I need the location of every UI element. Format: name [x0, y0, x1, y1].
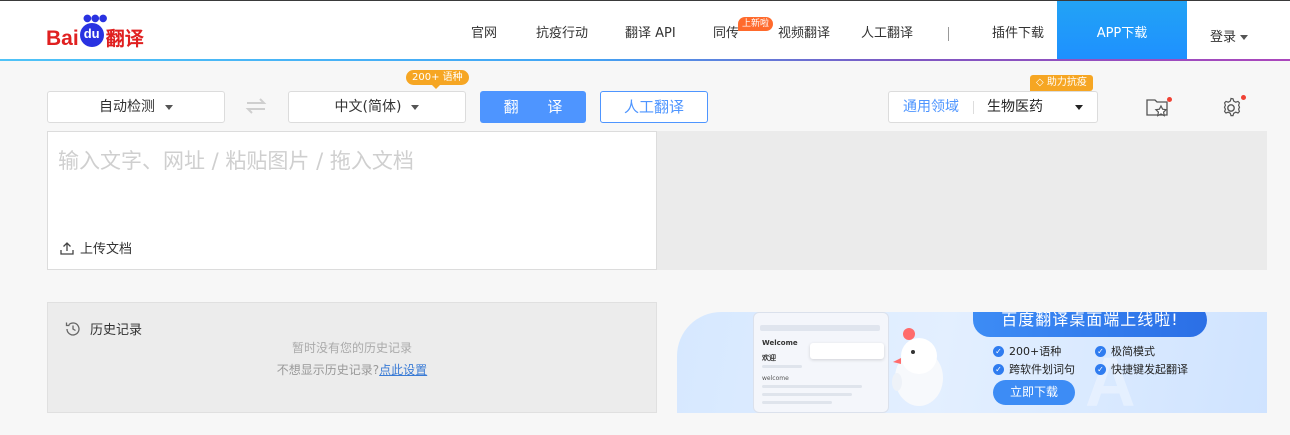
feature-label: 极简模式	[1111, 345, 1155, 358]
preview-line	[762, 393, 852, 396]
top-header: Bai du ● ● ● 翻译 官网 抗疫行动 翻译 API 同传 上新啦 视频…	[0, 0, 1290, 61]
upload-document-button[interactable]: 上传文档	[60, 238, 132, 257]
history-panel: 历史记录 暂时没有您的历史记录 不想显示历史记录?点此设置	[47, 302, 657, 413]
logo-fanyi-text: 翻译	[105, 28, 144, 50]
feature-item: ✓ 跨软件划词句	[993, 361, 1075, 377]
nav-divider	[948, 27, 949, 41]
preview-toolbar	[760, 325, 880, 331]
desktop-app-preview-image: Welcome 欢迎 welcome	[753, 312, 889, 413]
history-title: 历史记录	[90, 323, 143, 338]
anti-epidemic-badge: ◇ 助力抗疫	[1030, 75, 1093, 91]
upload-icon	[60, 241, 74, 255]
notification-dot	[1241, 95, 1246, 100]
history-clock-icon	[65, 321, 80, 336]
domain-value: 生物医药	[987, 99, 1043, 115]
chevron-down-icon	[411, 104, 420, 110]
history-settings-link[interactable]: 点此设置	[379, 363, 427, 377]
banner-title: 百度翻译桌面端上线啦!	[973, 312, 1207, 337]
source-text-input[interactable]: 输入文字、网址 / 粘贴图片 / 拖入文档 上传文档	[47, 131, 657, 270]
feature-item: ✓ 200+语种	[993, 343, 1061, 359]
desktop-app-banner[interactable]: A Welcome 欢迎 welcome 百度翻译桌面端上线啦! ✓ 200+语种…	[677, 312, 1267, 413]
check-icon: ✓	[1095, 363, 1106, 375]
history-empty-text: 暂时没有您的历史记录	[291, 341, 412, 355]
login-menu[interactable]: 登录	[1210, 26, 1249, 45]
source-language-label: 自动检测	[99, 99, 155, 115]
feature-item: ✓ 快捷键发起翻译	[1095, 361, 1188, 377]
paw-icon: ● ● ●	[83, 13, 108, 24]
baidu-fanyi-logo[interactable]: Bai du ● ● ● 翻译	[46, 13, 144, 50]
preview-line	[762, 385, 862, 388]
translation-output-panel	[657, 131, 1267, 270]
domain-divider	[973, 101, 974, 114]
preview-line	[762, 365, 802, 368]
mascot-illustration	[892, 328, 943, 406]
history-hint-text: 不想显示历史记录?	[276, 363, 380, 377]
check-icon: ✓	[1095, 345, 1106, 357]
login-label: 登录	[1210, 30, 1237, 45]
app-download-button[interactable]: APP下载	[1057, 1, 1187, 60]
domain-select[interactable]: 通用领域 生物医药	[888, 91, 1098, 123]
feature-label: 200+语种	[1009, 345, 1062, 358]
help-badge-label: 助力抗疫	[1046, 77, 1087, 88]
nav-official-site[interactable]: 官网	[471, 26, 497, 42]
logo-bai-text: Bai	[46, 27, 79, 50]
language-count-badge: 200+ 语种	[406, 70, 469, 89]
chevron-down-icon	[1075, 105, 1083, 110]
new-badge: 上新啦	[738, 17, 774, 31]
preview-welcome: Welcome	[762, 339, 798, 347]
history-header: 历史记录	[64, 319, 142, 338]
download-now-button[interactable]: 立即下载	[993, 380, 1075, 405]
settings-button[interactable]	[1219, 95, 1246, 119]
target-language-select[interactable]: 中文(简体)	[288, 91, 466, 123]
preview-welcome-lower: welcome	[762, 375, 789, 382]
feature-item: ✓ 极简模式	[1095, 343, 1155, 359]
history-hint: 不想显示历史记录?点此设置	[48, 361, 656, 378]
swap-languages-icon[interactable]	[244, 96, 268, 116]
check-icon: ✓	[993, 363, 1004, 375]
favorites-button[interactable]	[1145, 95, 1172, 119]
preview-popup	[810, 343, 884, 359]
chevron-down-icon	[165, 104, 173, 110]
feature-label: 快捷键发起翻译	[1111, 363, 1188, 376]
domain-general-label: 通用领域	[903, 99, 959, 115]
header-gradient-line	[0, 59, 1290, 61]
nav-simultaneous[interactable]: 同传	[713, 26, 739, 42]
preview-line	[762, 401, 832, 404]
nav-video-translate[interactable]: 视频翻译	[778, 26, 830, 42]
input-placeholder: 输入文字、网址 / 粘贴图片 / 拖入文档	[58, 149, 414, 173]
translate-button[interactable]: 翻 译	[480, 91, 586, 123]
human-translate-button[interactable]: 人工翻译	[600, 91, 708, 123]
nav-plugin-download[interactable]: 插件下载	[992, 26, 1044, 42]
feature-label: 跨软件划词句	[1009, 363, 1075, 376]
chevron-down-icon	[1240, 35, 1249, 40]
check-icon: ✓	[993, 345, 1004, 357]
source-language-select[interactable]: 自动检测	[47, 91, 225, 123]
notification-dot	[1167, 97, 1172, 102]
nav-translate-api[interactable]: 翻译 API	[625, 26, 676, 42]
upload-label: 上传文档	[80, 242, 133, 257]
nav-human-translate[interactable]: 人工翻译	[861, 26, 913, 42]
target-language-label: 中文(简体)	[334, 99, 402, 115]
nav-anti-epidemic[interactable]: 抗疫行动	[536, 26, 588, 42]
preview-welcome-cn: 欢迎	[762, 354, 776, 362]
logo-du-text: du	[79, 23, 104, 47]
